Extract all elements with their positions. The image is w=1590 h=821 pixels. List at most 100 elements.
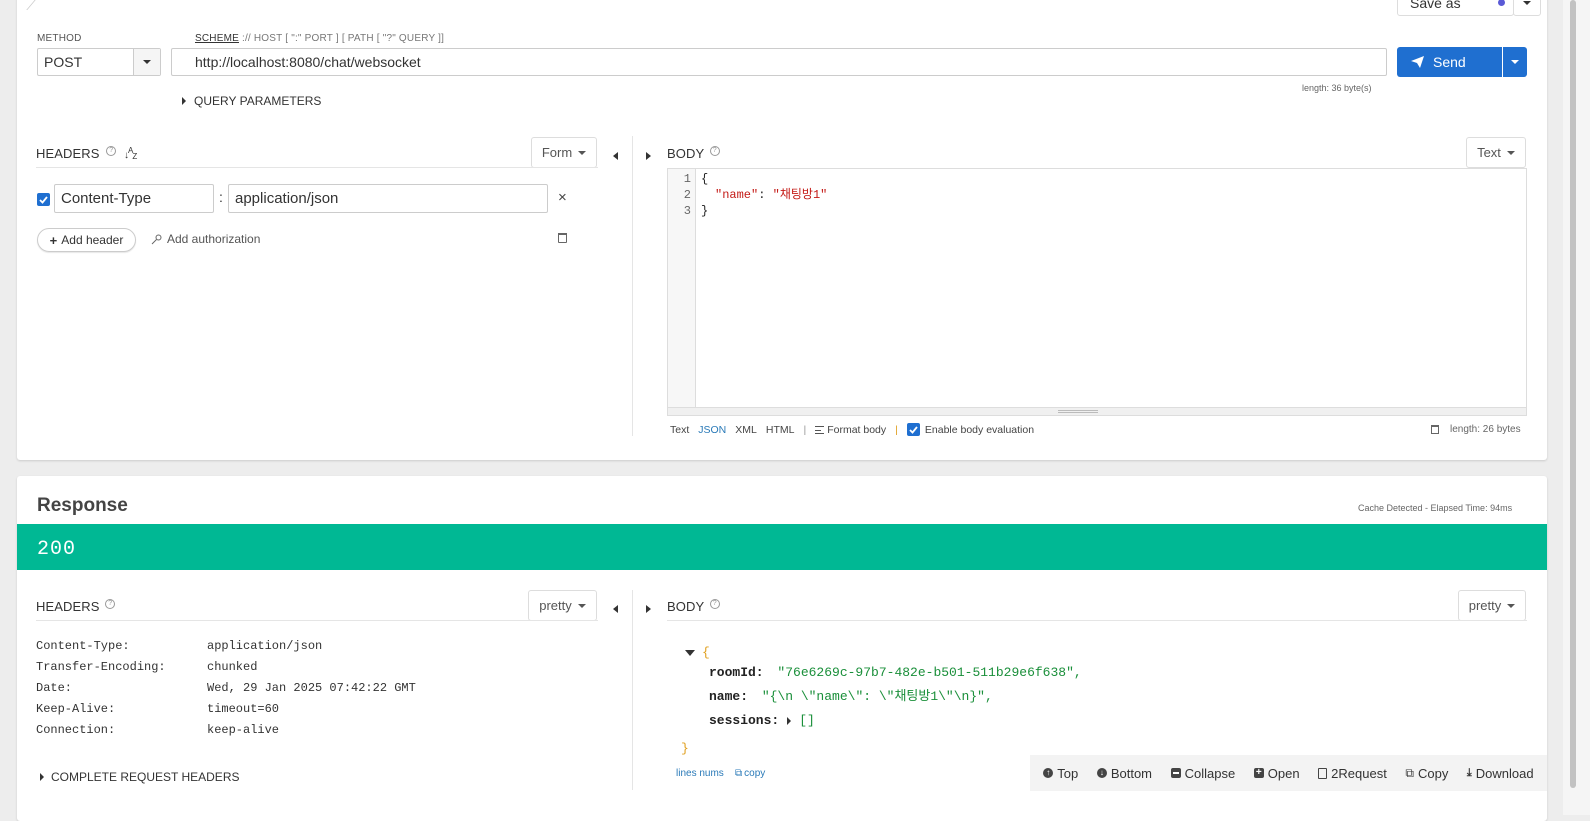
response-body-pretty-dropdown[interactable]: pretty (1458, 590, 1526, 621)
to-request-button[interactable]: 2Request (1318, 766, 1387, 781)
complete-request-headers-toggle[interactable]: COMPLETE REQUEST HEADERS (40, 770, 239, 784)
caret-left-icon (613, 152, 618, 160)
caret-right-icon (646, 605, 651, 613)
response-vertical-splitter[interactable] (632, 590, 633, 790)
copy-button[interactable]: ⧉ Copy (1405, 766, 1448, 781)
chevron-down-icon (577, 603, 586, 608)
plus-icon: + (49, 232, 58, 248)
cache-info: Cache Detected - Elapsed Time: 94ms (1358, 503, 1513, 513)
url-format-rest: :// HOST [ ":" PORT ] [ PATH [ "?" QUERY… (238, 33, 445, 44)
save-as-dropdown-button[interactable] (1513, 0, 1541, 16)
page-scrollbar-track[interactable] (1563, 0, 1590, 815)
header-separator: : (219, 189, 223, 205)
copy-icon: ⧉ (1405, 765, 1414, 780)
copy-link[interactable]: ⧉ copy (735, 768, 765, 779)
body-editor[interactable]: 1 2 3 { "name": "채팅방1" } (667, 168, 1527, 416)
headers-form-dropdown[interactable]: Form (531, 137, 597, 168)
method-label: METHOD (37, 33, 82, 44)
form-label: Form (541, 145, 573, 160)
page-scrollbar-thumb[interactable] (1570, 0, 1576, 788)
code-content: { "name": "채팅방1" } (701, 171, 827, 219)
arrow-circle-down-icon: ↓ (1096, 768, 1107, 778)
json-key: roomId: (709, 665, 764, 680)
line-number: 1 (683, 172, 691, 186)
code-value: "채팅방1" (772, 188, 828, 202)
url-format-label: SCHEME :// HOST [ ":" PORT ] [ PATH [ "?… (195, 33, 444, 44)
json-key: name: (709, 689, 749, 704)
enable-evaluation-toggle[interactable]: Enable body evaluation (906, 423, 1034, 436)
top-button[interactable]: ↑ Top (1043, 766, 1078, 781)
response-panel: Response Cache Detected - Elapsed Time: … (17, 476, 1547, 821)
sort-alpha-icon[interactable]: ↓AZ (124, 146, 137, 161)
chevron-down-icon (143, 60, 151, 64)
response-header-row: Keep-Alive: timeout=60 (36, 702, 279, 716)
format-xml-option[interactable]: XML (735, 424, 757, 436)
expand-toggle-icon[interactable] (787, 717, 792, 725)
header-name: Date: (36, 681, 73, 695)
body-type-dropdown[interactable]: Text (1466, 137, 1526, 168)
collapse-right-button[interactable] (646, 147, 651, 165)
header-enabled-checkbox[interactable] (37, 193, 50, 206)
json-viewer: { roomId: "76e6269c-97b7-482e-b501-511b2… (681, 641, 1082, 761)
open-button[interactable]: + Open (1253, 766, 1300, 781)
vertical-splitter[interactable] (632, 136, 633, 436)
remove-header-icon[interactable]: × (558, 189, 567, 206)
paper-plane-icon (1411, 56, 1424, 68)
format-html-option[interactable]: HTML (766, 424, 795, 436)
method-value: POST (44, 54, 83, 70)
chevron-down-icon (578, 150, 587, 155)
add-header-label: Add header (61, 233, 124, 247)
collapse-button[interactable]: Collapse (1170, 766, 1235, 781)
url-input[interactable]: http://localhost:8080/chat/websocket (171, 48, 1387, 76)
collapse-left-button[interactable] (613, 147, 618, 165)
line-gutter: 1 2 3 (668, 169, 696, 415)
editor-resize-handle[interactable] (668, 407, 1526, 415)
key-icon (151, 234, 162, 244)
response-header-row: Transfer-Encoding: chunked (36, 660, 257, 674)
help-icon[interactable]: ? (105, 599, 116, 609)
send-button[interactable]: Send (1397, 47, 1502, 77)
header-value: chunked (207, 660, 258, 674)
send-label: Send (1433, 54, 1466, 70)
query-parameters-toggle[interactable]: QUERY PARAMETERS (182, 94, 321, 108)
response-headers-pretty-dropdown[interactable]: pretty (528, 590, 597, 621)
header-name: Keep-Alive: (36, 702, 116, 716)
plus-square-icon: + (1253, 768, 1264, 778)
lines-nums-link[interactable]: lines nums (676, 768, 724, 779)
response-collapse-left-button[interactable] (613, 600, 618, 618)
header-value-input[interactable]: application/json (228, 184, 548, 213)
url-value: http://localhost:8080/chat/websocket (195, 54, 421, 70)
align-left-icon (815, 425, 825, 434)
copy-icon: ⧉ (735, 768, 743, 779)
method-select[interactable]: POST (37, 48, 161, 76)
method-dropdown-toggle[interactable] (133, 49, 160, 75)
header-name: Transfer-Encoding: (36, 660, 166, 674)
format-body-button[interactable]: Format body (815, 424, 886, 436)
save-as-button[interactable]: Save as (1397, 0, 1514, 16)
format-text-option[interactable]: Text (670, 424, 689, 436)
response-collapse-right-button[interactable] (646, 600, 651, 618)
unsaved-dot-icon (1498, 0, 1505, 6)
header-value-value: application/json (235, 190, 339, 207)
header-name: Content-Type: (36, 639, 130, 653)
code-key: "name" (715, 188, 759, 202)
add-header-button[interactable]: + Add header (37, 228, 136, 252)
format-json-option[interactable]: JSON (698, 424, 726, 436)
delete-all-headers-icon[interactable] (558, 233, 567, 243)
add-authorization-link[interactable]: Add authorization (151, 232, 260, 246)
code-colon: : (758, 188, 773, 202)
body-length: length: 26 bytes (1450, 424, 1521, 435)
help-icon[interactable]: ? (709, 146, 720, 156)
json-property-name: name: "{\n \"name\": \"채팅방1\"\n}", (681, 685, 1082, 709)
help-icon[interactable]: ? (709, 599, 720, 609)
bottom-button[interactable]: ↓ Bottom (1096, 766, 1152, 781)
enable-evaluation-checkbox[interactable] (906, 423, 920, 436)
download-button[interactable]: ⤓ Download (1467, 766, 1534, 781)
collapse-toggle-icon[interactable] (685, 650, 695, 656)
header-name-input[interactable]: Content-Type (54, 184, 214, 213)
response-header-row: Content-Type: application/json (36, 639, 322, 653)
send-options-button[interactable] (1503, 47, 1527, 77)
clear-body-icon[interactable] (1431, 425, 1439, 434)
help-icon[interactable]: ? (106, 146, 117, 156)
to-request-label: 2Request (1331, 765, 1387, 781)
